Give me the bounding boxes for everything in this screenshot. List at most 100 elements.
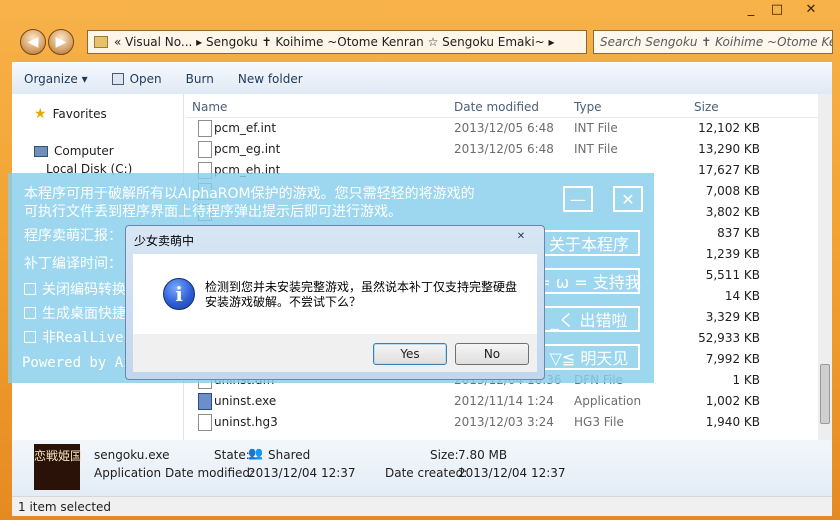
status-text: 1 item selected	[18, 500, 112, 514]
open-button[interactable]: Open	[100, 72, 174, 86]
computer-label: Computer	[54, 144, 114, 158]
table-row[interactable]: uninst.exe 2012/11/14 1:24 Application 1,00…	[186, 391, 816, 412]
navigation-bar: ◀ ▶ « Visual No... ▸ Sengoku ✝ Koihime ~…	[0, 24, 840, 60]
created-value: 2013/12/04 12:37	[458, 466, 566, 480]
file-icon	[198, 120, 212, 137]
window-controls: _ □ ✕	[738, 0, 832, 18]
logo-text: 恋戦姫国	[34, 449, 83, 463]
cell-size: 5,511 KB	[705, 268, 760, 282]
details-filename: sengoku.exe	[94, 448, 170, 462]
address-path: « Visual No... ▸ Sengoku ✝ Koihime ~Otom…	[114, 35, 555, 49]
minimize-button[interactable]: _	[738, 0, 764, 18]
about-button[interactable]: 关于本程序	[538, 230, 640, 256]
state-value: Shared	[268, 448, 311, 462]
column-type[interactable]: Type	[574, 100, 602, 114]
powered-by-text: Powered by Az	[22, 355, 132, 371]
table-row[interactable]: pcm_eg.int 2013/12/05 6:48 INT File 13,290 …	[186, 139, 816, 160]
support-button[interactable]: = ω = 支持我	[537, 268, 641, 294]
created-label: Date created:	[385, 466, 468, 480]
cell-size: 1,940 KB	[705, 415, 760, 429]
overlay-close-button[interactable]: ✕	[613, 186, 643, 212]
modified-label: Date modified:	[165, 466, 255, 480]
column-name[interactable]: Name	[192, 100, 227, 114]
open-label: Open	[129, 71, 162, 86]
vertical-scrollbar[interactable]	[818, 94, 832, 440]
close-button[interactable]: ✕	[790, 0, 832, 18]
app-logo: 恋戦姫国	[34, 444, 83, 490]
cell-size: 14 KB	[724, 289, 760, 303]
goodbye-button[interactable]: ▽≦ 明天见	[538, 344, 640, 370]
table-row[interactable]: pcm_ef.int 2013/12/05 6:48 INT File 12,102 …	[186, 118, 816, 139]
cell-name: pcm_eg.int	[214, 142, 281, 156]
burn-label: Burn	[185, 71, 214, 86]
organize-button[interactable]: Organize ▾	[12, 72, 100, 86]
option-label-3: 非RealLive引	[42, 330, 138, 346]
scroll-thumb[interactable]	[820, 364, 830, 424]
cell-size: 7,992 KB	[705, 352, 760, 366]
state-label: State:	[214, 448, 250, 462]
dialog-footer: Yes No	[133, 334, 537, 372]
column-header: Name Date modified Type Size	[186, 94, 832, 118]
address-bar[interactable]: « Visual No... ▸ Sengoku ✝ Koihime ~Otom…	[87, 30, 587, 54]
forward-button[interactable]: ▶	[48, 29, 74, 55]
cell-size: 52,933 KB	[698, 331, 760, 345]
dialog-message: 检测到您并未安装完整游戏，虽然说本补丁仅支持完整硬盘 安装游戏破解。不尝试下么？	[205, 280, 517, 310]
cell-size: 12,102 KB	[698, 121, 760, 135]
option-label-1: 关闭编码转换	[42, 282, 126, 298]
maximize-button[interactable]: □	[764, 0, 790, 18]
computer-icon	[34, 145, 48, 157]
new-folder-button[interactable]: New folder	[226, 72, 315, 86]
folder-icon	[94, 36, 108, 48]
error-button[interactable]: _く 出错啦	[538, 306, 640, 332]
no-button[interactable]: No	[455, 343, 529, 365]
cell-size: 13,290 KB	[698, 142, 760, 156]
column-size[interactable]: Size	[694, 100, 719, 114]
cell-name: pcm_ef.int	[214, 121, 277, 135]
dialog-close-button[interactable]: ✕	[510, 229, 532, 243]
yes-button[interactable]: Yes	[373, 343, 447, 365]
cell-size: 3,802 KB	[705, 205, 760, 219]
dialog-message-line1: 检测到您并未安装完整游戏，虽然说本补丁仅支持完整硬盘	[205, 280, 518, 294]
burn-button[interactable]: Burn	[174, 72, 226, 86]
cell-size: 1,002 KB	[705, 394, 760, 408]
file-icon	[198, 414, 212, 431]
cell-size: 1,239 KB	[705, 247, 760, 261]
file-icon	[198, 141, 212, 158]
application-icon	[198, 393, 212, 410]
overlay-desc-line2: 可执行文件丢到程序界面上待程序弹出提示后即可进行游戏。	[24, 204, 402, 220]
size-value: 7.80 MB	[458, 448, 508, 462]
search-placeholder: Search Sengoku ✝ Koihime ~Otome Kenran..…	[600, 35, 832, 49]
back-button[interactable]: ◀	[20, 29, 46, 55]
status-bar: 1 item selected	[12, 496, 832, 516]
cell-size: 7,008 KB	[705, 184, 760, 198]
back-arrow-icon: ◀	[27, 34, 39, 50]
option-checkbox-1[interactable]	[24, 283, 36, 295]
sidebar-item-computer[interactable]: Computer	[34, 144, 114, 158]
overlay-compile-label: 补丁编译时间：	[24, 256, 122, 272]
dialog-message-line2: 安装游戏破解。不尝试下么？	[205, 295, 362, 309]
modified-value: 2013/12/04 12:37	[248, 466, 356, 480]
sidebar-item-favorites[interactable]: ★ Favorites	[34, 106, 107, 122]
new-folder-label: New folder	[237, 71, 303, 86]
cell-date: 2013/12/03 3:24	[454, 415, 554, 429]
column-date[interactable]: Date modified	[454, 100, 539, 114]
cell-type: HG3 File	[574, 415, 624, 429]
command-bar: Organize ▾ Open Burn New folder	[12, 62, 832, 94]
option-label-2: 生成桌面快捷	[42, 306, 126, 322]
shared-icon: 👥	[248, 446, 263, 460]
cell-date: 2013/12/05 6:48	[454, 142, 554, 156]
dialog-title: 少女卖萌中	[134, 234, 195, 248]
details-filetype: Application	[94, 466, 162, 480]
cell-size: 1 KB	[732, 373, 760, 387]
cell-date: 2013/12/05 6:48	[454, 121, 554, 135]
table-row[interactable]: uninst.hg3 2013/12/03 3:24 HG3 File 1,940 K…	[186, 412, 816, 433]
cell-size: 3,329 KB	[705, 310, 760, 324]
search-input[interactable]: Search Sengoku ✝ Koihime ~Otome Kenran..…	[593, 30, 833, 54]
message-dialog: 少女卖萌中 ✕ i 检测到您并未安装完整游戏，虽然说本补丁仅支持完整硬盘 安装游…	[125, 225, 545, 380]
cell-type: INT File	[574, 142, 618, 156]
overlay-minimize-button[interactable]: —	[563, 186, 593, 212]
dialog-body: i 检测到您并未安装完整游戏，虽然说本补丁仅支持完整硬盘 安装游戏破解。不尝试下…	[133, 254, 537, 334]
option-checkbox-2[interactable]	[24, 307, 36, 319]
favorites-label: Favorites	[52, 107, 107, 121]
option-checkbox-3[interactable]	[24, 331, 36, 343]
